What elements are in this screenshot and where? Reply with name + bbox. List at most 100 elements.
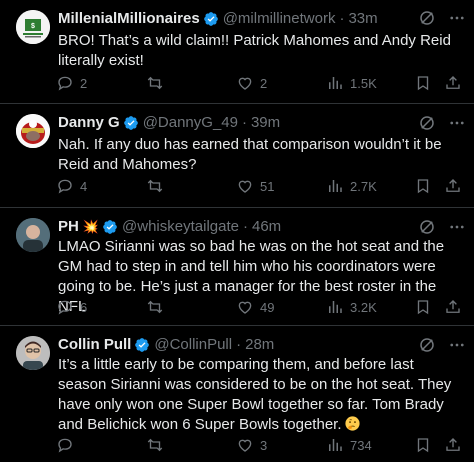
- share-icon: [446, 438, 460, 451]
- tweet-header: MillenialMillionaires @milmillinetwork ·…: [58, 10, 430, 28]
- tweet-header: Danny G @DannyG_49 · 39m: [58, 114, 430, 132]
- tweet-header: Collin Pull @CollinPull · 28m: [58, 336, 430, 354]
- retweet-button[interactable]: [146, 177, 170, 195]
- share-icon: [446, 179, 460, 192]
- handle[interactable]: @DannyG_49: [143, 114, 238, 132]
- handle[interactable]: @CollinPull: [154, 336, 232, 354]
- separator-dot: ·: [242, 218, 248, 235]
- like-icon: [238, 439, 252, 452]
- svg-text:$: $: [31, 23, 35, 30]
- share-button[interactable]: [444, 74, 468, 92]
- bookmark-button[interactable]: [414, 436, 438, 454]
- reply-feed: $ MillenialMillionaires @milmillinetwork…: [0, 0, 474, 462]
- views-button[interactable]: 1.5K: [326, 74, 377, 92]
- handle[interactable]: @milmillinetwork: [223, 10, 336, 28]
- reply-count: 6: [80, 299, 88, 315]
- retweet-icon: [147, 179, 163, 193]
- like-button[interactable]: 2: [236, 74, 267, 92]
- handle[interactable]: @whiskeytailgate: [122, 218, 239, 236]
- like-count: 2: [260, 75, 268, 91]
- retweet-button[interactable]: [146, 436, 170, 454]
- reply-icon: [58, 76, 72, 91]
- timestamp[interactable]: 33m: [348, 10, 377, 28]
- views-button[interactable]: 2.7K: [326, 177, 377, 195]
- bookmark-button[interactable]: [414, 177, 438, 195]
- reply-button[interactable]: [56, 436, 80, 454]
- retweet-button[interactable]: [146, 298, 170, 316]
- tweet[interactable]: Danny G @DannyG_49 · 39m Nah. If any duo…: [0, 104, 474, 208]
- views-count: 1.5K: [350, 75, 377, 91]
- display-name[interactable]: MillenialMillionaires: [58, 10, 200, 28]
- reply-button[interactable]: 6: [56, 298, 87, 316]
- bookmark-icon: [417, 438, 429, 453]
- verified-badge-icon: [134, 337, 150, 353]
- display-name[interactable]: Danny G: [58, 114, 120, 132]
- grok-icon[interactable]: [418, 114, 436, 132]
- views-icon: [329, 180, 342, 192]
- bookmark-icon: [417, 300, 429, 315]
- more-icon[interactable]: [448, 114, 466, 132]
- views-icon: [329, 301, 342, 313]
- retweet-button[interactable]: [146, 74, 170, 92]
- verified-badge-icon: [203, 11, 219, 27]
- grok-icon[interactable]: [418, 218, 436, 236]
- views-button[interactable]: 3.2K: [326, 298, 377, 316]
- reply-count: 2: [80, 75, 88, 91]
- like-icon: [238, 301, 252, 314]
- avatar[interactable]: [16, 336, 50, 370]
- bookmark-button[interactable]: [414, 298, 438, 316]
- action-bar: 6 49 3.2K: [0, 298, 474, 318]
- more-icon[interactable]: [448, 9, 466, 27]
- share-button[interactable]: [444, 436, 468, 454]
- avatar-photo-icon: [16, 336, 50, 370]
- avatar[interactable]: $: [16, 10, 50, 44]
- share-button[interactable]: [444, 177, 468, 195]
- grok-icon[interactable]: [418, 9, 436, 27]
- share-icon: [446, 300, 460, 313]
- timestamp[interactable]: 28m: [245, 336, 274, 354]
- separator-dot: ·: [339, 10, 345, 27]
- views-icon: [329, 439, 342, 451]
- action-bar: 4 51 2.7K: [0, 177, 474, 197]
- tweet[interactable]: Collin Pull @CollinPull · 28m It’s a lit…: [0, 326, 474, 462]
- like-button[interactable]: 51: [236, 177, 274, 195]
- retweet-icon: [147, 76, 163, 90]
- reply-icon: [58, 438, 72, 453]
- verified-badge-icon: [102, 219, 118, 235]
- share-button[interactable]: [444, 298, 468, 316]
- more-icon[interactable]: [448, 336, 466, 354]
- reply-icon: [58, 300, 72, 315]
- thinking-face-emoji: [344, 416, 360, 431]
- avatar-logo-icon: [16, 114, 50, 148]
- retweet-icon: [147, 438, 163, 452]
- like-button[interactable]: 49: [236, 298, 274, 316]
- like-count: 49: [260, 299, 275, 315]
- reply-button[interactable]: 2: [56, 74, 87, 92]
- like-count: 51: [260, 178, 275, 194]
- grok-icon[interactable]: [418, 336, 436, 354]
- avatar-photo-icon: [16, 218, 50, 252]
- more-icon[interactable]: [448, 218, 466, 236]
- display-name[interactable]: PH: [58, 218, 79, 236]
- views-count: 2.7K: [350, 178, 377, 194]
- share-icon: [446, 76, 460, 89]
- like-icon: [238, 180, 252, 193]
- like-icon: [238, 77, 252, 90]
- tweet[interactable]: PH 💥 @whiskeytailgate · 46m LMAO Siriann…: [0, 208, 474, 326]
- separator-dot: ·: [241, 114, 247, 131]
- bookmark-icon: [417, 179, 429, 194]
- views-button[interactable]: 734: [326, 436, 372, 454]
- tweet[interactable]: $ MillenialMillionaires @milmillinetwork…: [0, 0, 474, 104]
- avatar[interactable]: [16, 114, 50, 148]
- views-icon: [329, 77, 342, 89]
- bookmark-button[interactable]: [414, 74, 438, 92]
- display-name[interactable]: Collin Pull: [58, 336, 131, 354]
- views-count: 734: [350, 437, 372, 453]
- verified-badge-icon: [123, 115, 139, 131]
- avatar[interactable]: [16, 218, 50, 252]
- like-button[interactable]: 3: [236, 436, 267, 454]
- tweet-text: Nah. If any duo has earned that comparis…: [58, 136, 442, 173]
- reply-button[interactable]: 4: [56, 177, 87, 195]
- timestamp[interactable]: 46m: [252, 218, 281, 236]
- timestamp[interactable]: 39m: [251, 114, 280, 132]
